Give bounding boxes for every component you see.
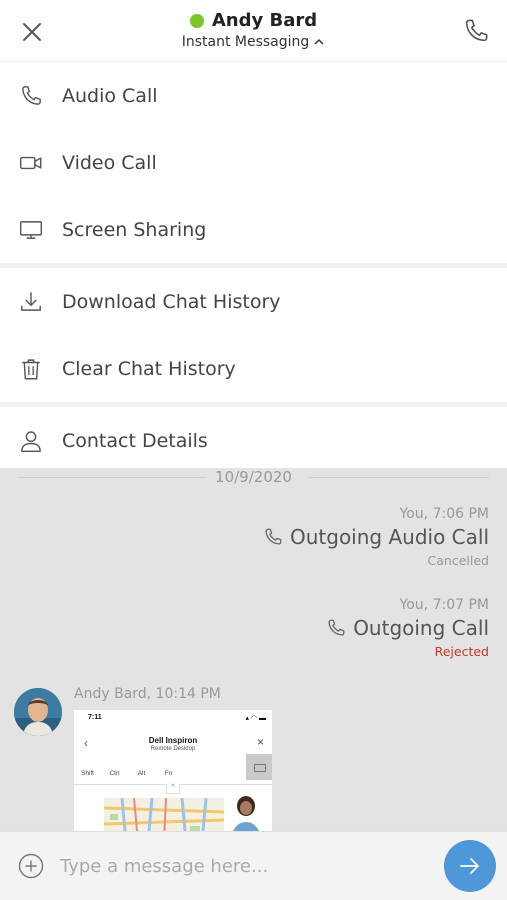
attachment-title: Dell Inspiron (148, 736, 198, 745)
date-label: 10/9/2020 (215, 468, 292, 486)
status-icons: ▴ ◠ ▬ (245, 715, 266, 722)
close-icon: × (256, 735, 264, 749)
chevron-up-icon (314, 38, 324, 45)
menu-item-download-chat-history[interactable]: Download Chat History (0, 268, 507, 335)
message-composer (0, 831, 507, 900)
modifier-keys: Shift Ctrl Alt Fn (74, 764, 272, 782)
message-text: Outgoing Audio Call (289, 525, 489, 549)
phone-icon (18, 83, 44, 109)
map-image (103, 797, 225, 831)
menu-item-label: Screen Sharing (62, 218, 207, 241)
attachment-subtitle: Remote Desktop (150, 746, 196, 752)
send-button[interactable] (444, 840, 496, 892)
trash-icon (18, 356, 44, 382)
menu-item-contact-details[interactable]: Contact Details (0, 407, 507, 474)
message-meta: You, 7:06 PM (399, 506, 489, 522)
message-meta: You, 7:07 PM (399, 597, 489, 613)
message-outgoing[interactable]: You, 7:06 PM Outgoing Audio Call Cancell… (262, 506, 489, 568)
menu-item-clear-chat-history[interactable]: Clear Chat History (0, 335, 507, 402)
key-ctrl: Ctrl (109, 769, 120, 777)
call-status: Rejected (434, 644, 489, 659)
arrow-right-icon (460, 858, 479, 874)
phone-icon (328, 619, 345, 636)
menu-item-video-call[interactable]: Video Call (0, 129, 507, 196)
phone-icon (465, 19, 488, 42)
menu-item-label: Video Call (62, 151, 157, 174)
menu-item-screen-sharing[interactable]: Screen Sharing (0, 196, 507, 263)
user-icon (18, 428, 44, 454)
screenshot-attachment[interactable]: 7:11 ▴ ◠ ▬ ‹ Dell Inspiron Remote Deskto… (74, 710, 272, 831)
key-shift: Shift (80, 769, 94, 777)
contact-title: Andy Bard Instant Messaging (0, 10, 507, 50)
menu-item-label: Contact Details (62, 429, 208, 452)
message-input[interactable] (60, 850, 420, 882)
attachment-status-time: 7:11 (88, 714, 102, 721)
chat-header: Andy Bard Instant Messaging (0, 0, 507, 62)
key-fn: Fn (164, 769, 173, 777)
mode-selector[interactable]: Instant Messaging (0, 34, 507, 50)
contact-name: Andy Bard (211, 10, 318, 31)
person-image (226, 792, 270, 831)
avatar[interactable] (14, 688, 62, 736)
menu-item-audio-call[interactable]: Audio Call (0, 62, 507, 129)
date-separator: 10/9/2020 (0, 468, 507, 488)
menu-item-label: Clear Chat History (62, 357, 236, 380)
keyboard-icon (246, 754, 272, 780)
plus-circle-icon (18, 853, 44, 879)
chevron-up-icon: ^ (166, 784, 180, 794)
phone-icon (265, 528, 282, 545)
menu-item-label: Download Chat History (62, 290, 281, 313)
chat-transcript[interactable]: 10/9/2020 You, 7:06 PM Outgoing Audio Ca… (0, 468, 507, 831)
message-text: Outgoing Call (353, 616, 489, 640)
message-meta: Andy Bard, 10:14 PM (74, 686, 221, 702)
add-attachment-button[interactable] (18, 853, 44, 879)
video-camera-icon (18, 150, 44, 176)
download-icon (18, 289, 44, 315)
conversation-menu: Audio Call Video Call Screen Sharing Dow… (0, 62, 507, 474)
monitor-icon (18, 217, 44, 243)
presence-indicator (189, 13, 204, 28)
key-alt: Alt (137, 769, 146, 777)
call-status: Cancelled (427, 553, 489, 568)
message-outgoing[interactable]: You, 7:07 PM Outgoing Call Rejected (325, 597, 489, 659)
mode-label: Instant Messaging (181, 34, 310, 50)
menu-item-label: Audio Call (62, 84, 158, 107)
header-call-button[interactable] (461, 16, 491, 46)
